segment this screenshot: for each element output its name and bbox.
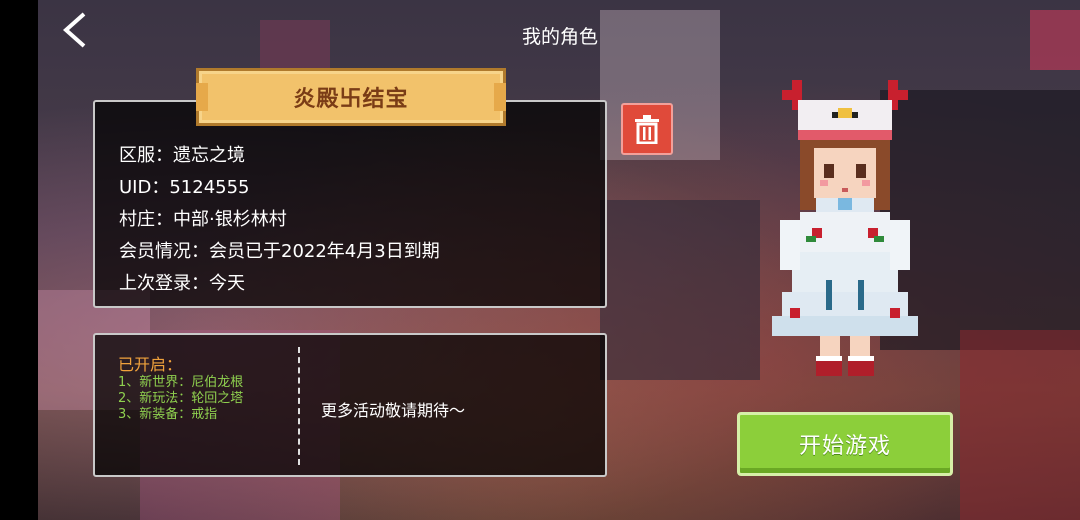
screen-edge [0,0,38,520]
membership-line: 会员情况：会员已于2022年4月3日到期 [119,241,440,262]
uid-line: UID：5124555 [119,177,250,198]
last-login-line: 上次登录：今天 [119,273,245,294]
delete-role-button[interactable] [621,103,673,155]
back-button[interactable] [56,10,96,50]
profile-info: 区服：遗忘之境 UID：5124555 村庄：中部·银杉林村 会员情况：会员已于… [119,140,440,300]
character-avatar [770,80,920,380]
feature-item: 2、新玩法：轮回之塔 [118,391,244,406]
bg-shape [600,200,760,380]
dashed-divider [298,347,300,465]
chevron-left-icon [62,12,86,48]
start-game-button[interactable]: 开始游戏 [737,412,953,476]
start-game-label: 开始游戏 [798,434,891,459]
feature-item: 1、新世界：尼伯龙根 [118,375,244,390]
page-title: 我的角色 [521,26,598,48]
plate-edge [196,83,208,111]
character-name: 炎殿卐结宝 [293,87,409,112]
feature-item: 3、新装备：戒指 [118,407,218,422]
profile-panel: 区服：遗忘之境 UID：5124555 村庄：中部·银杉林村 会员情况：会员已于… [93,100,607,308]
village-line: 村庄：中部·银杉林村 [119,209,287,230]
plate-edge [494,83,506,111]
character-name-plate: 炎殿卐结宝 [196,68,506,126]
trash-icon [635,115,659,144]
activity-panel: 已开启： 1、新世界：尼伯龙根 2、新玩法：轮回之塔 3、新装备：戒指 更多活动… [93,333,607,477]
bg-shape [960,330,1080,520]
opened-label: 已开启： [118,355,183,374]
server-line: 区服：遗忘之境 [119,145,245,166]
feature-list: 1、新世界：尼伯龙根 2、新玩法：轮回之塔 3、新装备：戒指 [118,375,243,423]
more-activities-text: 更多活动敬请期待～ [321,401,466,420]
bg-shape [1030,10,1080,70]
